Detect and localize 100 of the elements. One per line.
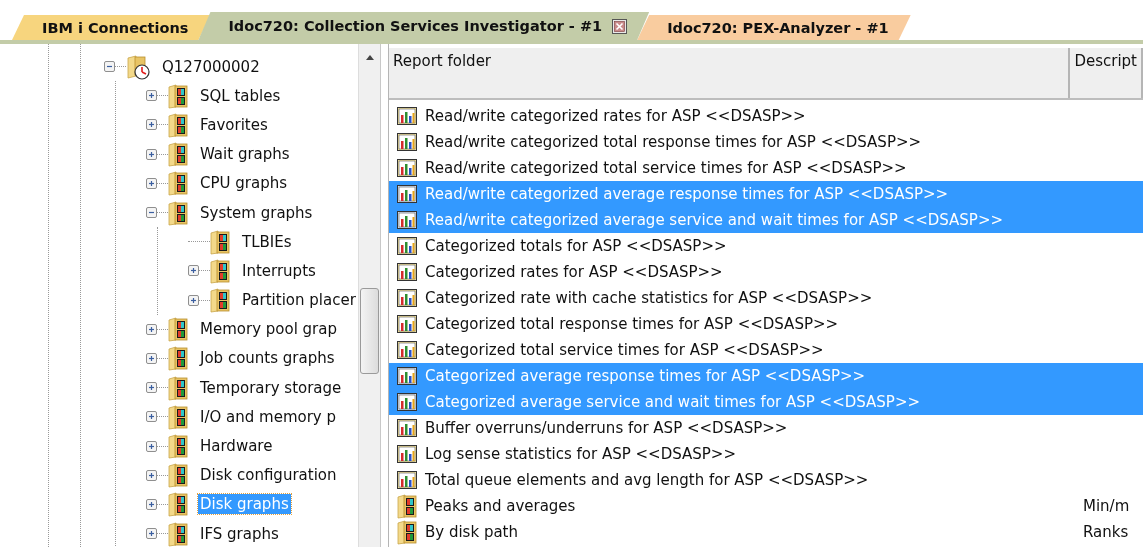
expand-icon[interactable] (146, 469, 157, 481)
folder-icon (168, 462, 190, 489)
list-item[interactable]: Categorized totals for ASP <<DSASP>> (389, 233, 1075, 259)
folder-icon (168, 316, 190, 343)
table-cell-text: Ranks (1083, 523, 1130, 541)
list-item[interactable]: Categorized rate with cache statistics for ASP <<DSASP>> (389, 285, 1075, 311)
report-name: Categorized total response times for ASP <<DSASP>> (425, 315, 839, 333)
bar-chart-icon (397, 289, 417, 307)
bar-chart-icon (397, 419, 417, 437)
report-name: Peaks and averages (425, 497, 576, 515)
tree-item[interactable]: I/O and memory p (198, 406, 338, 427)
expand-icon[interactable] (188, 294, 199, 306)
expand-icon[interactable] (146, 528, 157, 540)
expand-icon[interactable] (146, 382, 157, 394)
bar-chart-icon (397, 341, 417, 359)
expand-icon[interactable] (188, 265, 199, 277)
report-name: Total queue elements and avg length for ASP <<DSASP>> (425, 471, 869, 489)
list-item[interactable]: Categorized total service times for ASP <<DSASP>> (389, 337, 1075, 363)
expand-icon[interactable] (146, 323, 157, 335)
tree-item[interactable]: Disk configuration (198, 465, 339, 486)
folder-icon (168, 491, 190, 518)
expand-icon[interactable] (146, 352, 157, 364)
report-name: Categorized totals for ASP <<DSASP>> (425, 237, 727, 255)
tree-item[interactable]: System graphs (198, 202, 315, 223)
folder-icon (397, 519, 419, 545)
folder-icon (210, 257, 232, 284)
tree-item[interactable]: Hardware (198, 436, 275, 457)
tab-label: Idoc720: PEX-Analyzer - #1 (667, 19, 889, 36)
tree-item[interactable]: Wait graphs (198, 144, 292, 165)
report-name: Read/write categorized total response times for ASP <<DSASP>> (425, 133, 922, 151)
tree-item[interactable]: Temporary storage (198, 377, 344, 398)
bar-chart-icon (397, 237, 417, 255)
tree-item[interactable]: Favorites (198, 114, 270, 135)
expand-icon[interactable] (146, 498, 157, 510)
list-item[interactable]: Categorized total response times for ASP <<DSASP>> (389, 311, 1075, 337)
folder-icon (168, 345, 190, 372)
expand-icon[interactable] (146, 119, 157, 131)
report-name: Read/write categorized total service times for ASP <<DSASP>> (425, 159, 907, 177)
report-name: Read/write categorized rates for ASP <<DSASP>> (425, 107, 806, 125)
tab-label: Idoc720: Collection Services Investigator - #1 (228, 18, 603, 34)
folder-icon (397, 493, 419, 519)
bar-chart-icon (397, 315, 417, 333)
bar-chart-icon (397, 263, 417, 281)
folder-icon (168, 141, 190, 168)
report-name: Log sense statistics for ASP <<DSASP>> (425, 445, 736, 463)
close-icon[interactable] (612, 18, 628, 34)
tab[interactable]: Idoc720: Collection Services Investigator - #1 (198, 12, 650, 40)
bar-chart-icon (397, 133, 417, 151)
list-item[interactable]: Log sense statistics for ASP <<DSASP>> (389, 441, 1075, 467)
tree-item[interactable]: Q127000002 (160, 56, 262, 77)
report-name: Categorized total service times for ASP <<DSASP>> (425, 341, 824, 359)
bar-chart-icon (397, 159, 417, 177)
list-item[interactable]: Total queue elements and avg length for ASP <<DSASP>> (389, 467, 1075, 493)
tree-item[interactable]: CPU graphs (198, 173, 289, 194)
folder-icon (168, 403, 190, 430)
tab[interactable]: IBM i Connections (12, 15, 211, 40)
scrollbar[interactable] (357, 44, 380, 547)
tab[interactable]: Idoc720: PEX-Analyzer - #1 (637, 15, 911, 40)
folder-icon (210, 228, 232, 255)
expand-icon[interactable] (146, 148, 157, 160)
tree-item[interactable]: Interrupts (240, 260, 318, 281)
folder-icon (168, 374, 190, 401)
expand-icon[interactable] (146, 440, 157, 452)
folder-icon (168, 433, 190, 460)
list-item[interactable]: By disk path (389, 519, 1075, 545)
list-item[interactable]: Read/write categorized total service times for ASP <<DSASP>> (389, 155, 1075, 181)
tree-item[interactable]: TLBIEs (240, 231, 294, 252)
list-item[interactable]: Read/write categorized rates for ASP <<DSASP>> (389, 103, 1075, 129)
bar-chart-icon (397, 471, 417, 489)
tree-item[interactable]: Job counts graphs (198, 348, 337, 369)
collapse-icon[interactable] (146, 207, 157, 219)
tree-item[interactable]: IFS graphs (198, 523, 281, 544)
report-name: Categorized rates for ASP <<DSASP>> (425, 263, 723, 281)
list-item[interactable]: Peaks and averages (389, 493, 1075, 519)
expand-icon[interactable] (146, 177, 157, 189)
list-item[interactable]: Buffer overruns/underruns for ASP <<DSASP>> (389, 415, 1075, 441)
expand-icon[interactable] (146, 90, 157, 102)
tree-item[interactable]: SQL tables (198, 85, 283, 106)
report-name: Categorized rate with cache statistics for ASP <<DSASP>> (425, 289, 873, 307)
table-cell-text: Min/m (1083, 497, 1131, 515)
bar-chart-icon (397, 185, 417, 203)
list-item[interactable]: Read/write categorized total response times for ASP <<DSASP>> (389, 129, 1075, 155)
folder-clock-icon (126, 53, 152, 80)
folder-icon (168, 111, 190, 138)
bar-chart-icon (397, 211, 417, 229)
collapse-icon[interactable] (104, 61, 115, 73)
column-header[interactable]: Descript (1070, 48, 1143, 98)
folder-icon (168, 170, 190, 197)
scroll-up-icon[interactable] (364, 54, 375, 60)
tree-item[interactable]: Partition placer (240, 290, 358, 311)
scroll-thumb[interactable] (359, 288, 379, 374)
report-name: Categorized average service and wait times for ASP <<DSASP>> (425, 393, 921, 411)
folder-icon (210, 287, 232, 314)
column-header[interactable]: Report folder (389, 48, 1071, 98)
list-item[interactable]: Categorized rates for ASP <<DSASP>> (389, 259, 1075, 285)
folder-icon (168, 520, 190, 547)
bar-chart-icon (397, 367, 417, 385)
tree-item[interactable]: Memory pool grap (198, 319, 339, 340)
report-name: By disk path (425, 523, 518, 541)
expand-icon[interactable] (146, 411, 157, 423)
